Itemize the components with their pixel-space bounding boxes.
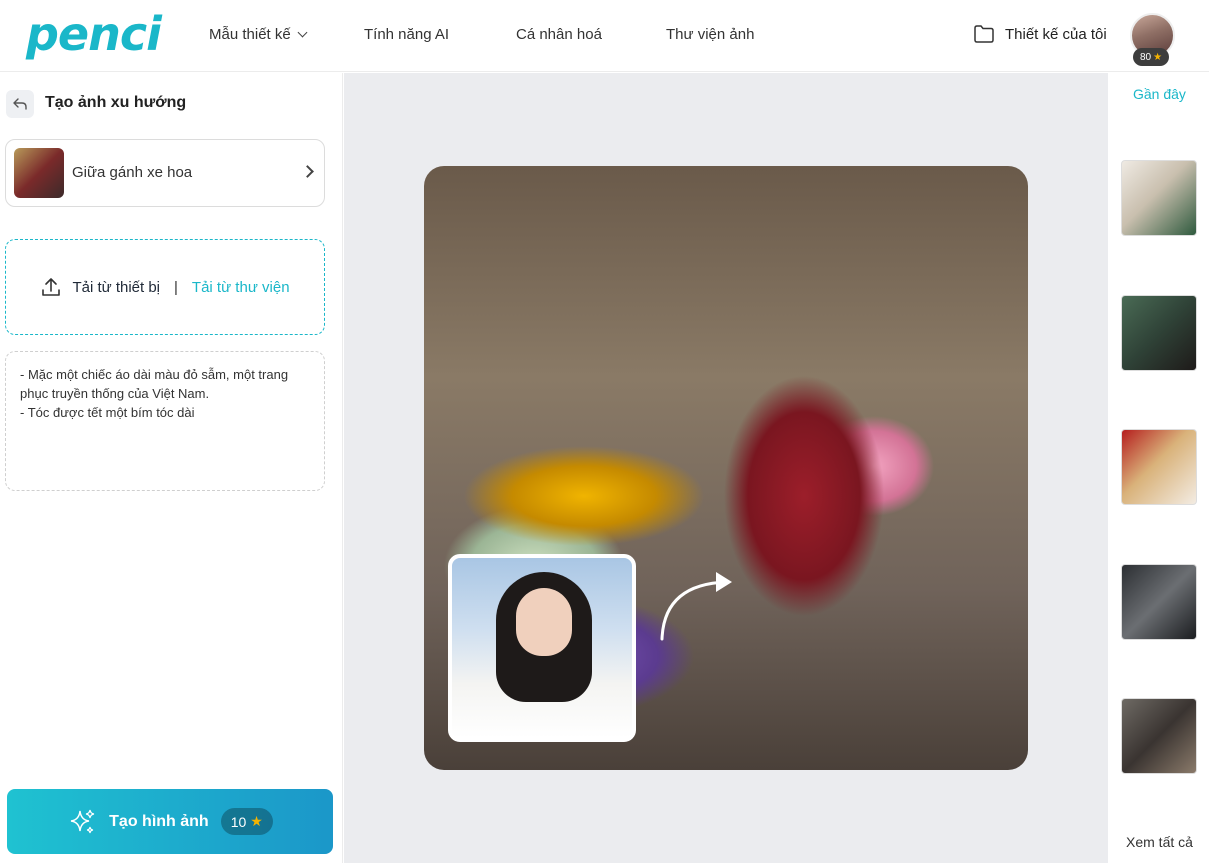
nav-photo-library[interactable]: Thư viện ảnh [666, 25, 754, 45]
back-button[interactable] [6, 90, 34, 118]
chevron-down-icon [297, 27, 308, 38]
recent-thumbnail[interactable] [1121, 564, 1197, 640]
recent-thumbnail[interactable] [1121, 698, 1197, 774]
source-face-photo [448, 554, 636, 742]
generate-cost: 10 [230, 813, 247, 830]
nav-templates-label: Mẫu thiết kế [209, 26, 291, 43]
header: penci Mẫu thiết kế Tính năng AI Cá nhân … [0, 0, 1209, 72]
upload-icon [42, 278, 61, 296]
sparkle-icon [71, 809, 95, 833]
star-icon: ★ [1153, 51, 1163, 63]
nav-ai-features[interactable]: Tính năng AI [364, 25, 449, 45]
upload-device-button[interactable]: Tải từ thiết bị [72, 279, 160, 296]
prompt-input[interactable] [5, 351, 325, 491]
nav-templates[interactable]: Mẫu thiết kế [209, 25, 308, 45]
my-designs-label: Thiết kế của tôi [1005, 25, 1107, 43]
credit-badge: 80 ★ [1133, 48, 1169, 66]
upload-separator: | [174, 278, 178, 296]
generate-cost-badge: 10 ★ [220, 808, 273, 835]
template-thumbnail [14, 148, 64, 198]
upload-area: Tải từ thiết bị | Tải từ thư viện [5, 239, 325, 335]
credit-count: 80 [1139, 51, 1152, 63]
preview-canvas [344, 73, 1108, 863]
curved-arrow-icon [660, 572, 732, 641]
recent-thumbnail[interactable] [1121, 160, 1197, 236]
back-arrow-icon [13, 98, 27, 110]
generate-label: Tạo hình ảnh [109, 812, 209, 830]
see-all-link[interactable]: Xem tất cả [1126, 834, 1193, 850]
generate-button[interactable]: Tạo hình ảnh 10 ★ [7, 789, 333, 854]
my-designs-link[interactable]: Thiết kế của tôi [973, 24, 1107, 44]
recent-panel: Gần đây Xem tất cả [1109, 73, 1209, 863]
upload-library-button[interactable]: Tải từ thư viện [192, 279, 290, 296]
left-panel: Tạo ảnh xu hướng Giữa gánh xe hoa Tải từ… [0, 73, 343, 863]
panel-title: Tạo ảnh xu hướng [45, 94, 187, 111]
star-icon: ★ [250, 813, 263, 829]
recent-label: Gần đây [1133, 86, 1186, 102]
template-selector[interactable]: Giữa gánh xe hoa [5, 139, 325, 207]
folder-icon [974, 25, 994, 43]
logo[interactable]: penci [26, 8, 162, 60]
template-name: Giữa gánh xe hoa [72, 164, 193, 181]
nav-personalize[interactable]: Cá nhân hoá [516, 25, 602, 45]
chevron-right-icon [301, 165, 314, 178]
recent-thumbnail[interactable] [1121, 295, 1197, 371]
recent-thumbnail[interactable] [1121, 429, 1197, 505]
